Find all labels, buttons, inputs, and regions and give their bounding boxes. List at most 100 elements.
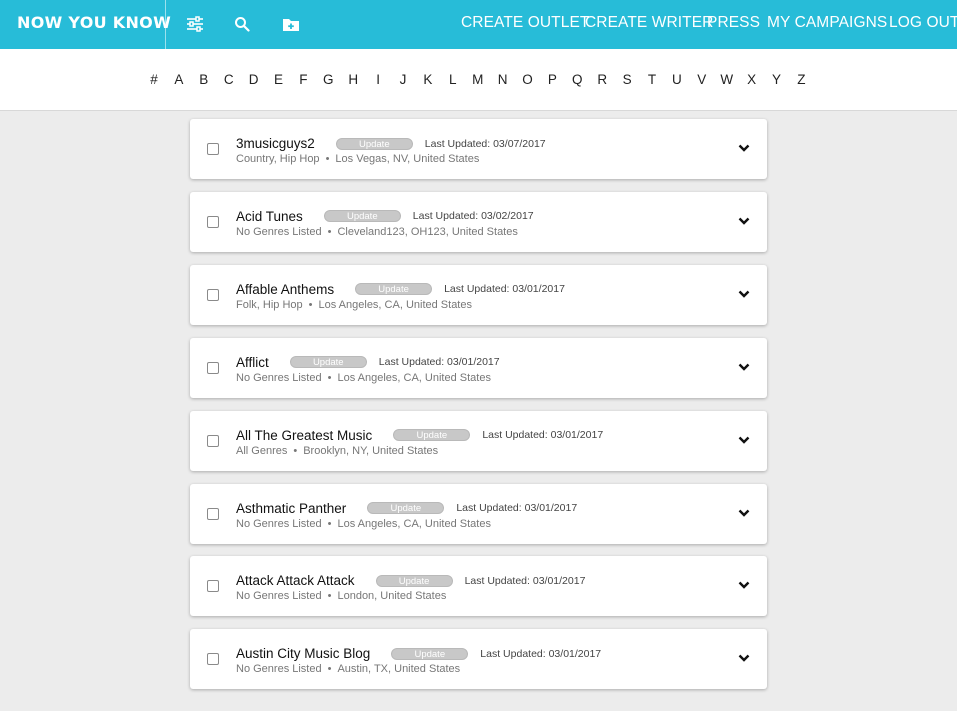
chevron-down-icon[interactable]: [737, 214, 751, 228]
alphabet-letter[interactable]: U: [670, 72, 684, 87]
nav-log-out[interactable]: LOG OUT: [889, 14, 957, 32]
outlet-name[interactable]: Attack Attack Attack: [236, 573, 355, 588]
alphabet-letter[interactable]: H: [346, 72, 360, 87]
alphabet-letter[interactable]: W: [720, 72, 734, 87]
outlet-card[interactable]: Attack Attack Attack Update Last Updated: …: [190, 556, 767, 617]
brand-logo[interactable]: NOW YOU KNOW: [17, 13, 171, 32]
outlet-name[interactable]: Asthmatic Panther: [236, 501, 346, 516]
update-button[interactable]: Update: [355, 283, 433, 296]
outlet-location: Los Vegas, NV, United States: [335, 153, 480, 165]
alphabet-letter[interactable]: Y: [770, 72, 784, 87]
update-button[interactable]: Update: [335, 137, 413, 150]
nav-create-outlet[interactable]: CREATE OUTLET: [461, 14, 589, 32]
outlet-location: London, United States: [337, 590, 447, 603]
outlet-name[interactable]: 3musicguys2: [236, 136, 315, 151]
alphabet-letter[interactable]: V: [695, 72, 709, 87]
alphabet-letter[interactable]: D: [247, 72, 261, 87]
chevron-down-icon[interactable]: [737, 506, 751, 520]
alphabet-letter[interactable]: G: [321, 72, 335, 87]
outlet-card[interactable]: Affable Anthems Update Last Updated: 03/01…: [190, 264, 767, 325]
select-checkbox[interactable]: [207, 580, 219, 593]
alphabet-letter[interactable]: P: [545, 72, 559, 87]
outlet-location: Cleveland123, OH123, United States: [337, 225, 518, 238]
alphabet-letter[interactable]: B: [197, 72, 211, 87]
alphabet-letter[interactable]: K: [421, 72, 435, 87]
alphabet-letter[interactable]: L: [446, 72, 460, 87]
outlet-header: Austin City Music Blog Update Last Updated…: [236, 646, 601, 661]
alphabet-letter[interactable]: X: [745, 72, 759, 87]
folder-plus-icon[interactable]: [280, 13, 302, 35]
brand-divider: [165, 0, 166, 49]
chevron-down-icon[interactable]: [737, 141, 751, 155]
update-button[interactable]: Update: [289, 356, 367, 369]
alphabet-letter[interactable]: S: [620, 72, 634, 87]
separator-dot: •: [308, 298, 313, 311]
outlet-genres: Country, Hip Hop: [236, 153, 320, 165]
update-button[interactable]: Update: [375, 574, 453, 587]
outlet-meta: No Genres Listed • Los Angeles, CA, United…: [236, 518, 491, 530]
select-checkbox[interactable]: [207, 288, 219, 301]
select-checkbox[interactable]: [207, 361, 219, 374]
outlet-genres: No Genres Listed: [236, 590, 322, 603]
alphabet-letter[interactable]: F: [296, 72, 310, 87]
sliders-icon[interactable]: [184, 13, 206, 35]
outlet-header: Affable Anthems Update Last Updated: 03/01…: [236, 282, 565, 297]
alphabet-letter[interactable]: N: [496, 72, 510, 87]
outlet-header: Afflict Update Last Updated: 03/01/2017: [236, 355, 500, 370]
outlet-card[interactable]: Afflict Update Last Updated: 03/01/2017 No …: [190, 337, 767, 398]
alphabet-letter[interactable]: #: [147, 72, 161, 87]
nav-create-writer[interactable]: CREATE WRITER: [585, 14, 713, 32]
outlet-card[interactable]: Acid Tunes Update Last Updated: 03/02/2017…: [190, 191, 767, 252]
update-button[interactable]: Update: [367, 502, 445, 514]
outlet-header: All The Greatest Music Update Last Updated…: [236, 428, 603, 443]
select-checkbox[interactable]: [207, 507, 219, 520]
outlet-header: Acid Tunes Update Last Updated: 03/02/2017: [236, 209, 534, 224]
update-button[interactable]: Update: [323, 210, 401, 223]
outlet-name[interactable]: All The Greatest Music: [236, 428, 372, 443]
select-checkbox[interactable]: [207, 434, 219, 447]
outlet-card[interactable]: Austin City Music Blog Update Last Updated…: [190, 629, 767, 690]
chevron-down-icon[interactable]: [737, 578, 751, 592]
alphabet-letter[interactable]: T: [645, 72, 659, 87]
update-button[interactable]: Update: [393, 429, 471, 442]
outlet-header: Asthmatic Panther Update Last Updated: 03/…: [236, 501, 577, 516]
alphabet-letter[interactable]: J: [396, 72, 410, 87]
select-checkbox[interactable]: [207, 215, 219, 228]
alphabet-letter[interactable]: Q: [570, 72, 584, 87]
chevron-down-icon[interactable]: [737, 651, 751, 665]
outlet-genres: Folk, Hip Hop: [236, 298, 303, 311]
outlet-meta: All Genres • Brooklyn, NY, United States: [236, 445, 438, 457]
outlet-name[interactable]: Acid Tunes: [236, 209, 303, 224]
last-updated: Last Updated: 03/01/2017: [456, 502, 578, 514]
update-button[interactable]: Update: [391, 647, 469, 660]
outlet-card[interactable]: All The Greatest Music Update Last Updated…: [190, 410, 767, 471]
alphabet-letter[interactable]: Z: [794, 72, 808, 87]
outlet-meta: No Genres Listed • Cleveland123, OH123, Un…: [236, 226, 518, 238]
chevron-down-icon[interactable]: [737, 433, 751, 447]
select-checkbox[interactable]: [207, 653, 219, 666]
search-icon[interactable]: [231, 13, 253, 35]
alphabet-letter[interactable]: R: [595, 72, 609, 87]
select-checkbox[interactable]: [207, 143, 219, 155]
outlet-meta: Folk, Hip Hop • Los Angeles, CA, United St…: [236, 299, 472, 311]
last-updated: Last Updated: 03/01/2017: [480, 647, 602, 660]
alphabet-letter[interactable]: A: [172, 72, 186, 87]
outlet-card[interactable]: Asthmatic Panther Update Last Updated: 03/…: [190, 483, 767, 544]
alphabet-letter[interactable]: O: [521, 72, 535, 87]
alphabet-letter[interactable]: C: [222, 72, 236, 87]
outlet-name[interactable]: Austin City Music Blog: [236, 646, 370, 661]
alphabet-letter[interactable]: I: [371, 72, 385, 87]
nav-press[interactable]: PRESS: [707, 14, 760, 32]
separator-dot: •: [327, 590, 332, 603]
outlet-location: Los Angeles, CA, United States: [318, 298, 472, 311]
outlet-name[interactable]: Afflict: [236, 355, 269, 370]
chevron-down-icon[interactable]: [737, 287, 751, 301]
alphabet-letter[interactable]: E: [272, 72, 286, 87]
chevron-down-icon[interactable]: [737, 360, 751, 374]
nav-my-campaigns[interactable]: MY CAMPAIGNS: [767, 14, 887, 32]
last-updated: Last Updated: 03/01/2017: [378, 356, 500, 369]
outlet-card[interactable]: 3musicguys2 Update Last Updated: 03/07/201…: [190, 119, 767, 179]
separator-dot: •: [327, 371, 332, 384]
outlet-name[interactable]: Affable Anthems: [236, 282, 334, 297]
alphabet-letter[interactable]: M: [471, 72, 485, 87]
